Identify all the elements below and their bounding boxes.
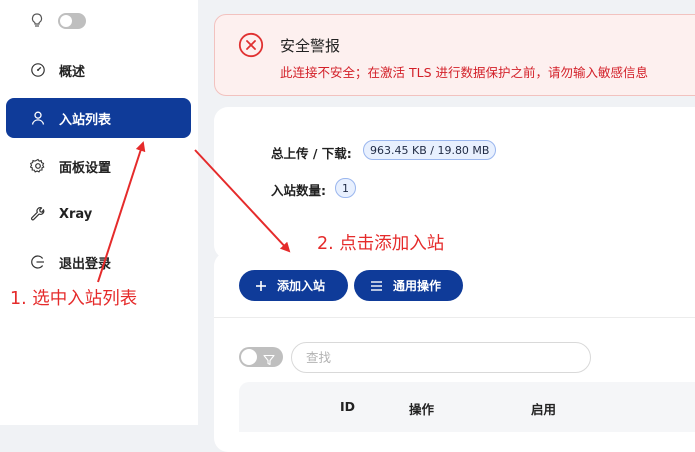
sidebar-item-label: 概述 [59,64,86,80]
sidebar-item-xray[interactable]: Xray [6,194,191,234]
plus-icon [255,280,267,292]
sidebar-item-label: Xray [59,206,93,222]
security-alert: 安全警报 此连接不安全；在激活 TLS 进行数据保护之前，请勿输入敏感信息 [214,14,695,96]
close-circle-icon [238,32,264,62]
column-header-enable: 启用 [531,402,557,417]
sidebar-item-label: 退出登录 [59,256,112,272]
dashboard-icon [30,62,46,78]
traffic-tag: 963.45 KB / 19.80 MB [363,140,497,160]
stats-card: 总上传 / 下载: 963.45 KB / 19.80 MB 入站数量: 1 [214,107,695,259]
lightbulb-icon [30,12,44,30]
theme-row [30,12,86,30]
search-field[interactable] [291,342,591,373]
sidebar-item-label: 面板设置 [59,160,112,176]
general-actions-label: 通用操作 [393,279,442,293]
sidebar: 概述 入站列表 面板设置 Xray 退出登录 [0,0,198,425]
inbounds-card: 添加入站 通用操作 ID 操作 启用 [214,252,695,452]
sidebar-item-logout[interactable]: 退出登录 [6,242,191,282]
user-icon [30,110,46,126]
annotation-step-1: 1. 选中入站列表 [10,289,138,309]
traffic-label: 总上传 / 下载: [271,146,352,161]
inbound-count-label: 入站数量: [271,183,326,198]
filter-toggle[interactable] [239,347,283,367]
sidebar-item-overview[interactable]: 概述 [6,50,191,90]
menu-icon [370,280,383,292]
annotation-step-2: 2. 点击添加入站 [317,234,445,254]
toggle-knob [241,349,257,365]
sidebar-item-inbounds[interactable]: 入站列表 [6,98,191,138]
add-inbound-label: 添加入站 [277,279,326,293]
logout-icon [30,254,46,270]
wrench-icon [30,206,46,222]
general-actions-button[interactable]: 通用操作 [354,270,463,301]
alert-message: 此连接不安全；在激活 TLS 进行数据保护之前，请勿输入敏感信息 [280,65,648,80]
dark-mode-toggle[interactable] [58,13,86,29]
sidebar-item-settings[interactable]: 面板设置 [6,146,191,186]
sidebar-item-label: 入站列表 [59,112,112,128]
inbound-count-tag: 1 [335,178,356,198]
divider [214,317,695,318]
column-header-id: ID [340,399,356,414]
search-input[interactable] [304,349,578,366]
add-inbound-button[interactable]: 添加入站 [239,270,348,301]
alert-title: 安全警报 [280,37,341,55]
filter-icon [263,351,275,370]
gear-icon [30,158,46,174]
column-header-actions: 操作 [409,402,435,417]
